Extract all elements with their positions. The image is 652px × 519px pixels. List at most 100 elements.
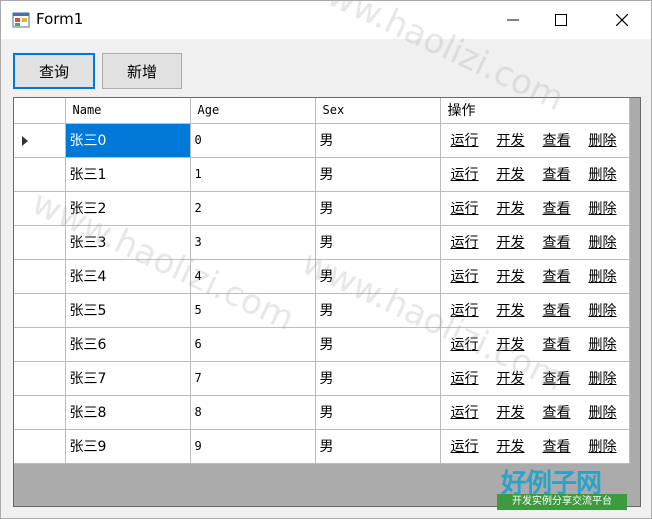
cell-sex[interactable]: 男: [315, 123, 441, 158]
cell-name[interactable]: 张三9: [65, 429, 191, 464]
cell-name[interactable]: 张三4: [65, 259, 191, 294]
cell-sex[interactable]: 男: [315, 327, 441, 362]
row-header[interactable]: [14, 157, 66, 192]
action-view-link[interactable]: 查看: [543, 371, 571, 387]
row-header[interactable]: [14, 429, 66, 464]
action-run-link[interactable]: 运行: [451, 269, 479, 285]
action-view-link[interactable]: 查看: [543, 337, 571, 353]
action-run-link[interactable]: 运行: [451, 405, 479, 421]
action-view-link[interactable]: 查看: [543, 133, 571, 149]
cell-sex[interactable]: 男: [315, 259, 441, 294]
action-delete-link[interactable]: 删除: [589, 167, 617, 183]
action-run-link[interactable]: 运行: [451, 133, 479, 149]
action-develop-link[interactable]: 开发: [497, 235, 525, 251]
action-delete-link[interactable]: 删除: [589, 269, 617, 285]
cell-age[interactable]: 3: [190, 225, 316, 260]
maximize-button[interactable]: [538, 1, 584, 39]
row-header[interactable]: [14, 191, 66, 226]
cell-sex[interactable]: 男: [315, 191, 441, 226]
action-run-link[interactable]: 运行: [451, 371, 479, 387]
action-delete-link[interactable]: 删除: [589, 133, 617, 149]
table-row[interactable]: 张三1 1 男运行 开发 查看 删除: [14, 157, 630, 192]
cell-name[interactable]: 张三3: [65, 225, 191, 260]
action-develop-link[interactable]: 开发: [497, 133, 525, 149]
action-view-link[interactable]: 查看: [543, 167, 571, 183]
row-header[interactable]: [14, 327, 66, 362]
action-develop-link[interactable]: 开发: [497, 439, 525, 455]
cell-name[interactable]: 张三0: [65, 123, 191, 158]
cell-age[interactable]: 9: [190, 429, 316, 464]
action-run-link[interactable]: 运行: [451, 303, 479, 319]
close-button[interactable]: [599, 1, 645, 39]
action-run-link[interactable]: 运行: [451, 337, 479, 353]
action-develop-link[interactable]: 开发: [497, 371, 525, 387]
action-delete-link[interactable]: 删除: [589, 405, 617, 421]
action-view-link[interactable]: 查看: [543, 405, 571, 421]
cell-sex[interactable]: 男: [315, 293, 441, 328]
cell-name[interactable]: 张三7: [65, 361, 191, 396]
action-run-link[interactable]: 运行: [451, 201, 479, 217]
table-row[interactable]: 张三6 6 男运行 开发 查看 删除: [14, 327, 630, 362]
action-view-link[interactable]: 查看: [543, 269, 571, 285]
cell-sex[interactable]: 男: [315, 225, 441, 260]
table-row[interactable]: 张三7 7 男运行 开发 查看 删除: [14, 361, 630, 396]
action-run-link[interactable]: 运行: [451, 167, 479, 183]
minimize-button[interactable]: [490, 1, 536, 39]
table-row[interactable]: 张三0 0 男运行 开发 查看 删除: [14, 123, 630, 158]
table-row[interactable]: 张三8 8 男运行 开发 查看 删除: [14, 395, 630, 430]
action-delete-link[interactable]: 删除: [589, 371, 617, 387]
action-develop-link[interactable]: 开发: [497, 201, 525, 217]
action-run-link[interactable]: 运行: [451, 235, 479, 251]
action-view-link[interactable]: 查看: [543, 439, 571, 455]
cell-sex[interactable]: 男: [315, 429, 441, 464]
cell-age[interactable]: 1: [190, 157, 316, 192]
add-button[interactable]: 新增: [102, 53, 182, 89]
cell-age[interactable]: 7: [190, 361, 316, 396]
cell-age[interactable]: 2: [190, 191, 316, 226]
cell-name[interactable]: 张三1: [65, 157, 191, 192]
action-delete-link[interactable]: 删除: [589, 235, 617, 251]
action-develop-link[interactable]: 开发: [497, 303, 525, 319]
cell-sex[interactable]: 男: [315, 157, 441, 192]
cell-sex[interactable]: 男: [315, 361, 441, 396]
row-header[interactable]: [14, 259, 66, 294]
action-develop-link[interactable]: 开发: [497, 405, 525, 421]
action-delete-link[interactable]: 删除: [589, 439, 617, 455]
cell-name[interactable]: 张三6: [65, 327, 191, 362]
table-row[interactable]: 张三3 3 男运行 开发 查看 删除: [14, 225, 630, 260]
cell-age[interactable]: 0: [190, 123, 316, 158]
column-header-sex[interactable]: Sex: [315, 98, 441, 124]
cell-age[interactable]: 6: [190, 327, 316, 362]
cell-name[interactable]: 张三2: [65, 191, 191, 226]
action-view-link[interactable]: 查看: [543, 201, 571, 217]
table-row[interactable]: 张三4 4 男运行 开发 查看 删除: [14, 259, 630, 294]
cell-age[interactable]: 4: [190, 259, 316, 294]
row-header[interactable]: [14, 225, 66, 260]
grid-corner-header[interactable]: [14, 98, 66, 124]
table-row[interactable]: 张三9 9 男运行 开发 查看 删除: [14, 429, 630, 464]
action-develop-link[interactable]: 开发: [497, 337, 525, 353]
column-header-actions[interactable]: 操作: [440, 98, 630, 124]
action-develop-link[interactable]: 开发: [497, 269, 525, 285]
action-delete-link[interactable]: 删除: [589, 337, 617, 353]
row-header[interactable]: [14, 123, 66, 158]
cell-name[interactable]: 张三5: [65, 293, 191, 328]
column-header-age[interactable]: Age: [190, 98, 316, 124]
title-bar[interactable]: Form1: [1, 1, 651, 39]
cell-sex[interactable]: 男: [315, 395, 441, 430]
cell-name[interactable]: 张三8: [65, 395, 191, 430]
action-delete-link[interactable]: 删除: [589, 201, 617, 217]
column-header-name[interactable]: Name: [65, 98, 191, 124]
action-view-link[interactable]: 查看: [543, 303, 571, 319]
action-delete-link[interactable]: 删除: [589, 303, 617, 319]
query-button[interactable]: 查询: [13, 53, 95, 89]
cell-age[interactable]: 8: [190, 395, 316, 430]
row-header[interactable]: [14, 361, 66, 396]
action-view-link[interactable]: 查看: [543, 235, 571, 251]
action-develop-link[interactable]: 开发: [497, 167, 525, 183]
table-row[interactable]: 张三2 2 男运行 开发 查看 删除: [14, 191, 630, 226]
row-header[interactable]: [14, 293, 66, 328]
row-header[interactable]: [14, 395, 66, 430]
action-run-link[interactable]: 运行: [451, 439, 479, 455]
table-row[interactable]: 张三5 5 男运行 开发 查看 删除: [14, 293, 630, 328]
